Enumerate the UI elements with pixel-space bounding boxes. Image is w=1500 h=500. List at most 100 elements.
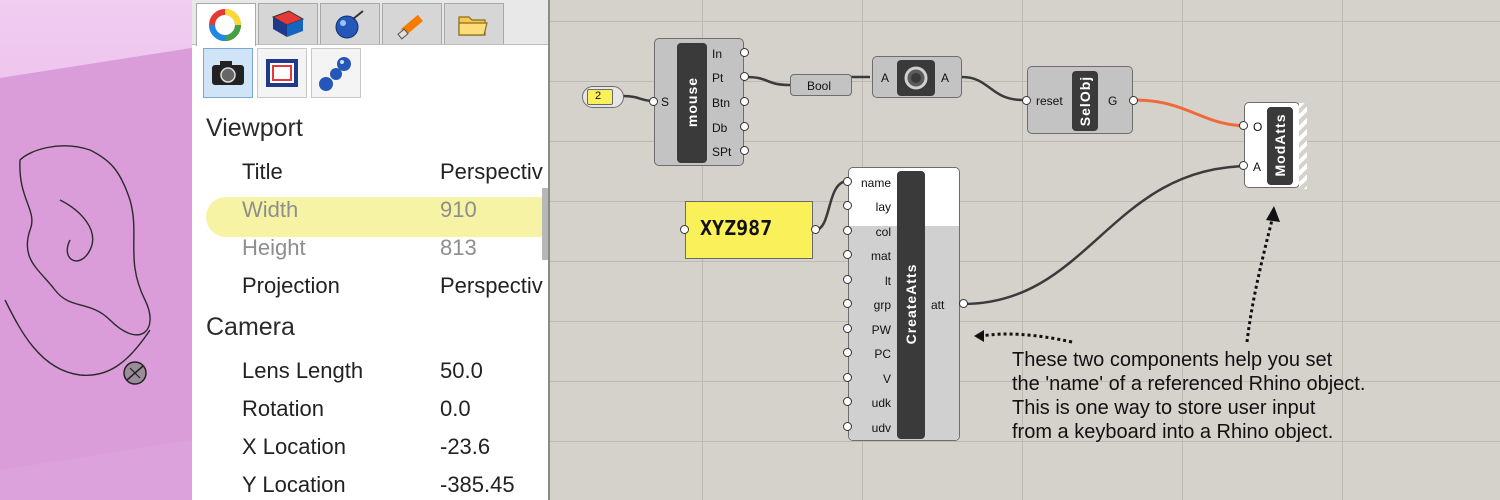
createatts-grip-lt[interactable] (843, 275, 852, 284)
modatts-component[interactable]: O A ModAtts (1244, 102, 1307, 189)
createatts-grip-pw[interactable] (843, 324, 852, 333)
createatts-component[interactable]: name lay col mat lt grp PW PC V udk udv … (848, 167, 960, 441)
createatts-grip-udk[interactable] (843, 397, 852, 406)
tab-layers[interactable] (258, 3, 318, 44)
bool-label: Bool (807, 79, 832, 93)
y-location-value[interactable]: -385.45 (440, 472, 515, 498)
createatts-grip-lay[interactable] (843, 201, 852, 210)
render-spheres-icon (319, 57, 351, 91)
wire-selobj-to-modatts (1132, 98, 1251, 128)
tab-render[interactable] (382, 3, 442, 44)
slider-value: 2 (595, 90, 602, 102)
viewport-scene (0, 0, 192, 500)
text-panel-output-grip[interactable] (811, 225, 820, 234)
camera-icon (212, 61, 244, 85)
createatts-input-name: name (860, 176, 891, 190)
mouse-component[interactable]: S mouse In Pt Btn Db SPt (654, 38, 744, 166)
createatts-input-pw: PW (871, 323, 891, 337)
selobj-output-g: G (1108, 94, 1118, 108)
createatts-input-v: V (882, 372, 891, 386)
color-wheel-icon (209, 9, 241, 41)
projection-value[interactable]: Perspectiv (440, 273, 543, 299)
modatts-input-a: A (1253, 160, 1262, 174)
annotation-text: These two components help you set the 'n… (1012, 349, 1366, 443)
rhino-viewport[interactable] (0, 0, 192, 500)
selobj-input-reset: reset (1036, 94, 1063, 108)
width-label: Width (242, 197, 299, 222)
width-value: 910 (440, 197, 477, 222)
section-camera-title: Camera (206, 313, 295, 341)
mouse-output-btn: Btn (712, 96, 731, 110)
modatts-grip-a[interactable] (1239, 161, 1248, 170)
height-value: 813 (440, 235, 477, 260)
toggle-component[interactable]: A A (872, 56, 962, 98)
toggle-output-a: A (941, 71, 950, 85)
mouse-title: mouse (684, 76, 700, 128)
createatts-input-mat: mat (870, 249, 891, 263)
wire-mouse-to-bool (745, 75, 791, 87)
panel-scrollbar[interactable] (542, 188, 548, 260)
rotation-value[interactable]: 0.0 (440, 396, 471, 422)
layer-icon (271, 10, 305, 37)
modatts-zigzag-edge (1299, 103, 1307, 189)
text-panel-input-grip[interactable] (680, 225, 689, 234)
createatts-input-col: col (875, 225, 891, 239)
section-viewport-title: Viewport (206, 114, 303, 142)
createatts-grip-pc[interactable] (843, 348, 852, 357)
mouse-output-in: In (712, 47, 723, 61)
grasshopper-canvas[interactable]: 2 S mouse In Pt Btn Db SPt Bool A A rese… (550, 0, 1500, 500)
projection-label: Projection (242, 273, 340, 298)
mouse-grip-spt[interactable] (740, 146, 749, 155)
mouse-output-db: Db (712, 121, 728, 135)
height-label: Height (242, 235, 306, 260)
folder-icon (458, 16, 488, 36)
selobj-output-grip[interactable] (1129, 96, 1138, 105)
createatts-input-grp: grp (873, 298, 891, 312)
mouse-grip-pt[interactable] (740, 72, 749, 81)
toggle-input-a: A (881, 71, 890, 85)
createatts-input-lt: lt (885, 274, 891, 288)
text-panel[interactable]: XYZ987 (685, 201, 813, 259)
annotation-arrow-up (1245, 219, 1274, 343)
annotation-arrow-left (981, 332, 1073, 344)
toggle-icon-band (897, 60, 935, 96)
selobj-input-grip[interactable] (1022, 96, 1031, 105)
tab-object-properties[interactable] (196, 3, 256, 46)
number-slider[interactable]: 2 (582, 86, 624, 108)
text-panel-value[interactable]: XYZ987 (700, 216, 772, 240)
modatts-grip-o[interactable] (1239, 121, 1248, 130)
selobj-component[interactable]: reset SelObj G (1027, 66, 1133, 134)
mouse-input-grip[interactable] (649, 97, 658, 106)
lens-length-value[interactable]: 50.0 (440, 358, 483, 384)
mouse-grip-btn[interactable] (740, 97, 749, 106)
mouse-grip-in[interactable] (740, 48, 749, 57)
x-location-label: X Location (242, 434, 346, 459)
subtab-rendering[interactable] (311, 48, 361, 98)
tab-files[interactable] (444, 3, 504, 44)
wire-createatts-to-modatts (962, 164, 1251, 306)
cycle-icon (904, 66, 928, 90)
title-value[interactable]: Perspectiv (440, 159, 543, 185)
subtab-camera[interactable] (203, 48, 253, 98)
x-location-value[interactable]: -23.6 (440, 434, 490, 460)
bool-param[interactable]: Bool (790, 74, 852, 96)
createatts-grip-v[interactable] (843, 373, 852, 382)
properties-tabbar (192, 0, 548, 46)
mouse-input-s: S (661, 95, 670, 109)
createatts-output-att: att (931, 298, 945, 312)
createatts-grip-name[interactable] (843, 177, 852, 186)
light-icon (397, 14, 423, 40)
subtab-display[interactable] (257, 48, 307, 98)
display-frame-icon (266, 59, 298, 87)
createatts-grip-grp[interactable] (843, 299, 852, 308)
wire-toggle-to-selobj (961, 75, 1024, 102)
createatts-grip-mat[interactable] (843, 250, 852, 259)
tab-material[interactable] (320, 3, 380, 44)
y-location-label: Y Location (242, 472, 346, 497)
createatts-grip-col[interactable] (843, 226, 852, 235)
createatts-grip-udv[interactable] (843, 422, 852, 431)
mouse-grip-db[interactable] (740, 122, 749, 131)
createatts-input-lay: lay (875, 200, 891, 214)
selobj-title: SelObj (1077, 75, 1093, 127)
createatts-grip-att[interactable] (959, 299, 968, 308)
